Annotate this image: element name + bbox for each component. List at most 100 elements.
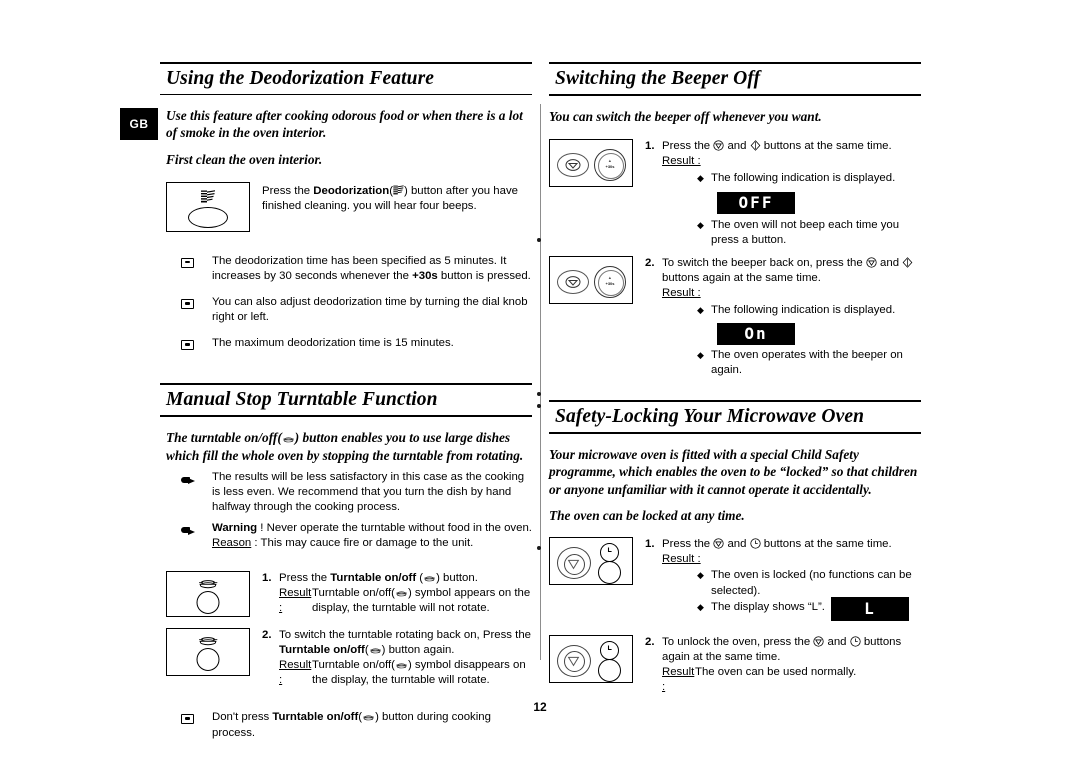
safety-intro-1: Your microwave oven is fitted with a spe…: [549, 447, 918, 497]
result-text: Turntable on/off() symbol disappears on …: [312, 658, 532, 688]
result-label-wrap: Result :: [645, 552, 921, 567]
step-bold: Turntable on/off: [330, 571, 417, 584]
warning-text: Warning ! Never operate the turntable wi…: [212, 521, 532, 551]
step-mid: and: [824, 635, 850, 648]
right-column: Switching the Beeper Off You can switch …: [549, 62, 921, 695]
step-post: button.: [439, 571, 478, 584]
tv-note-icon-wrap: [160, 295, 212, 325]
turntable-footer-note: Don't press Turntable on/off() button du…: [160, 710, 532, 740]
power-dial-outer: [557, 270, 589, 295]
tv-note-icon-wrap: [160, 336, 212, 355]
turntable-icon: [424, 576, 436, 582]
divider-dot: [537, 404, 541, 408]
step-bold: Turntable on/off: [279, 643, 365, 656]
instruction-pre: Press the: [262, 184, 314, 197]
locale-badge: GB: [120, 108, 158, 140]
note-item: The maximum deodorization time is 15 min…: [160, 336, 532, 355]
note-item: The results will be less satisfactory in…: [160, 470, 532, 515]
stop-dial-outer: [557, 547, 591, 580]
stop-dial-outer: [557, 644, 591, 677]
step-post: buttons again at the same time.: [662, 272, 821, 285]
deodorization-intro-1: Use this feature after cooking odorous f…: [166, 108, 523, 141]
safety-step-1-text: 1. Press the and buttons at the same tim…: [637, 537, 921, 621]
result-pre: Turntable on/off(: [312, 586, 395, 599]
step-pre: To switch the beeper back on, press the: [662, 257, 866, 270]
step-pre: Press the: [279, 571, 331, 584]
step-body: To unlock the oven, press the and button…: [662, 635, 921, 665]
step-body: Press the and buttons at the same time.: [662, 537, 921, 552]
step-mid: and: [724, 140, 750, 153]
turntable-step-1: 1. Press the Turntable on/off () button.…: [160, 570, 532, 617]
plus30s-icon: [750, 140, 760, 152]
led-display-off: OFF: [717, 191, 795, 214]
turntable-icon: [199, 636, 218, 646]
step-number: 1.: [645, 538, 655, 551]
turntable-icon: [363, 715, 375, 721]
column-divider: [540, 104, 541, 660]
hand-note-icon-wrap: [160, 521, 212, 551]
diamond-bullet-icon: ◆: [697, 349, 704, 360]
safety-intro-2: The oven can be locked at any time.: [549, 507, 745, 523]
rule-top: [160, 62, 532, 64]
plus30s-dial-outer: ▲ +30s: [594, 149, 626, 182]
turntable-control-panel-1: [166, 570, 250, 617]
note-item: You can also adjust deodorization time b…: [160, 295, 532, 325]
step-mid: and: [876, 257, 903, 270]
bullet-text-wrap: The display shows “L”. L: [711, 596, 921, 621]
bullet-item: ◆ The following indication is displayed.: [645, 171, 921, 186]
turntable-step-2-text: 2. To switch the turntable rotating back…: [254, 628, 532, 689]
result-text: The oven can be used normally.: [695, 666, 857, 679]
led-display-wrap: OFF: [717, 191, 921, 214]
note-text-bold: +30s: [412, 270, 438, 282]
rule-top: [160, 383, 532, 386]
tv-note-icon: [181, 257, 194, 268]
result-label: Result :: [279, 659, 312, 687]
step-post: buttons at the same time.: [760, 140, 892, 153]
result-label-wrap: Result :: [645, 286, 921, 301]
plus30s-dial-outer: ▲ +30s: [594, 266, 626, 299]
step-line: 1. Press the and buttons at the same tim…: [645, 537, 921, 552]
hand-note-icon: [181, 475, 196, 485]
turntable-icon: [369, 648, 381, 654]
stop-icon: [567, 559, 580, 569]
warning-body: ! Never operate the turntable without fo…: [257, 521, 532, 534]
dial-knob-oval: [188, 206, 228, 228]
step-post: button again.: [385, 643, 455, 656]
rule-bottom: [160, 415, 532, 418]
bullet-item: ◆ The oven operates with the beeper on a…: [645, 348, 921, 378]
left-column: Using the Deodorization Feature Use this…: [160, 62, 532, 741]
section-title-beeper-off: Switching the Beeper Off: [555, 68, 761, 89]
turntable-step-2: 2. To switch the turntable rotating back…: [160, 627, 532, 689]
divider-dot: [537, 238, 541, 242]
step-number: 2.: [645, 635, 655, 648]
turntable-icon: [283, 438, 294, 443]
tv-note-icon: [181, 714, 194, 725]
microwave-power-icon: [813, 636, 824, 647]
step-line: 1. Press the Turntable on/off () button.: [262, 571, 532, 586]
manual-page: GB Using the Deodorization Feature Use t…: [0, 0, 1080, 763]
dial-knob-circle: [598, 561, 621, 585]
step-line: 2. To unlock the oven, press the and but…: [645, 635, 921, 665]
bullet-text: The following indication is displayed.: [711, 303, 896, 316]
note-item: The deodorization time has been specifie…: [160, 254, 532, 284]
result-pre: Turntable on/off(: [312, 659, 395, 672]
bullet-item: ◆ The display shows “L”. L: [645, 596, 921, 621]
bullet-item: ◆ The oven will not beep each time you p…: [645, 218, 921, 248]
turntable-panel-wrap: [166, 570, 254, 617]
step-number: 1.: [262, 571, 272, 584]
hand-note-icon: [181, 526, 196, 535]
safety-step-2-text: 2. To unlock the oven, press the and but…: [637, 635, 921, 696]
beeper-step-2-text: 2. To switch the beeper back on, press t…: [637, 256, 921, 378]
turntable-intro-a: The turntable on/off(: [166, 430, 282, 446]
lock-control-panel-2: [549, 634, 633, 683]
result-text: Turntable on/off() symbol appears on the…: [312, 586, 532, 616]
hand-note-icon-wrap: [160, 470, 212, 515]
diamond-bullet-icon: ◆: [697, 172, 704, 183]
clock-icon: [607, 547, 612, 553]
rule-top: [549, 400, 921, 402]
tv-note-icon: [181, 299, 194, 310]
clock-icon: [600, 543, 619, 563]
result-line: Result : Turntable on/off() symbol appea…: [262, 586, 532, 616]
rule-bottom: [549, 432, 921, 434]
lock-panel-wrap: [549, 634, 637, 696]
